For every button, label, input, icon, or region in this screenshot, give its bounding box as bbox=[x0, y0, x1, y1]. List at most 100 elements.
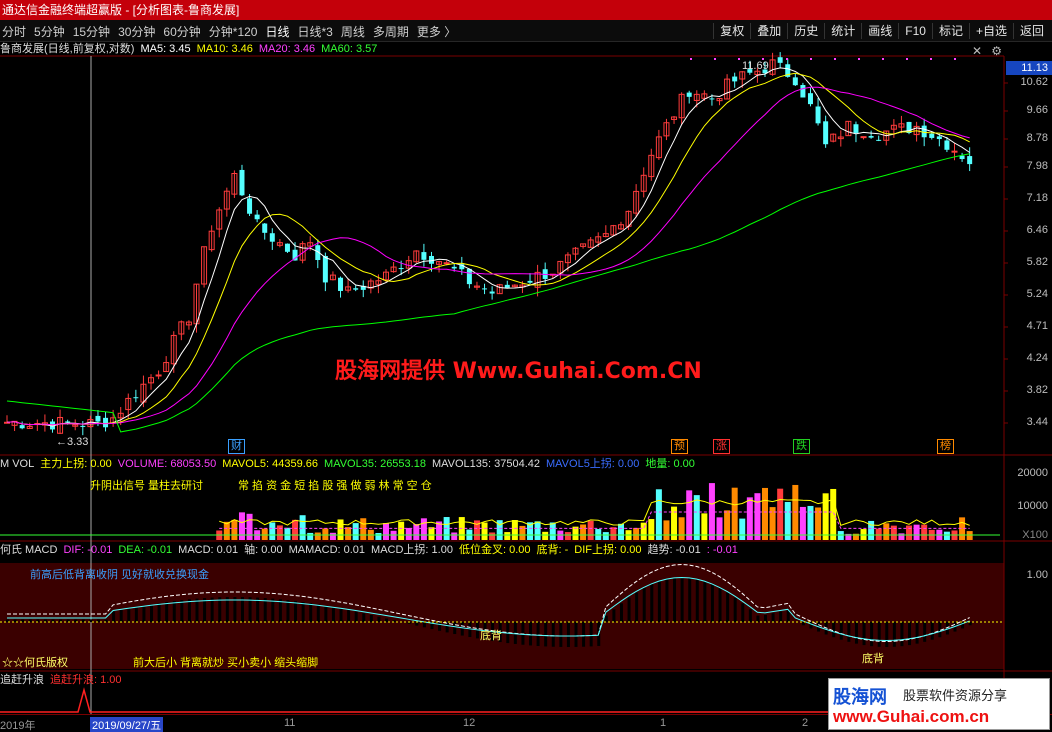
vol-unit: X100 bbox=[1022, 529, 1048, 541]
macd-bar bbox=[438, 622, 442, 631]
date-year: 2019年 bbox=[0, 720, 36, 732]
macd-bar bbox=[187, 599, 191, 622]
candle-down bbox=[823, 121, 829, 145]
volume-bar bbox=[451, 532, 458, 540]
top-marker bbox=[882, 58, 884, 60]
event-marker-0[interactable]: 财 bbox=[228, 439, 245, 454]
candle-up bbox=[443, 262, 450, 265]
macd-bar bbox=[157, 603, 161, 622]
macd-bottom-label-2: 底背 bbox=[862, 653, 884, 665]
candle-down bbox=[338, 277, 344, 291]
macd-field-0: DIF: -0.01 bbox=[63, 544, 113, 556]
candle-down bbox=[777, 57, 783, 63]
macd-bar bbox=[854, 622, 858, 644]
macd-bar bbox=[165, 601, 169, 622]
macd-bar bbox=[521, 622, 525, 645]
top-marker bbox=[810, 58, 812, 60]
event-marker-1[interactable]: 预 bbox=[671, 439, 688, 454]
candle-up bbox=[951, 150, 958, 153]
macd-bar bbox=[256, 597, 260, 622]
vol-name[interactable]: M VOL bbox=[0, 457, 34, 471]
macd-bar bbox=[680, 577, 684, 622]
volume-bar bbox=[489, 532, 496, 540]
macd-bar bbox=[119, 610, 123, 622]
candle-down bbox=[800, 85, 806, 98]
macd-bar bbox=[369, 614, 373, 622]
stock-chart-window: { "window": {"title": "通达信金融终端超赢版 - [分析图… bbox=[0, 0, 1052, 732]
macd-bar bbox=[339, 608, 343, 622]
macd-bar bbox=[324, 605, 328, 622]
candle-down bbox=[451, 266, 457, 269]
volume-bar bbox=[686, 490, 693, 540]
top-marker bbox=[930, 58, 932, 60]
volume-bar bbox=[420, 518, 427, 540]
date-dec: 12 bbox=[463, 717, 476, 729]
volume-bar bbox=[724, 510, 731, 540]
candle-down bbox=[247, 198, 253, 214]
macd-name[interactable]: 何氏 MACD bbox=[0, 543, 57, 557]
candle-down bbox=[807, 93, 813, 105]
macd-bar bbox=[559, 622, 563, 647]
price-axis-label-11: 3.44 bbox=[1026, 416, 1048, 428]
macd-bar bbox=[862, 622, 866, 646]
event-marker-4[interactable]: 榜 bbox=[937, 439, 954, 454]
top-marker bbox=[738, 58, 740, 60]
volume-bar bbox=[633, 527, 640, 540]
volume-bar bbox=[617, 523, 624, 540]
candle-down bbox=[80, 425, 86, 427]
volume-bar bbox=[640, 522, 647, 540]
macd-bar bbox=[733, 597, 737, 622]
macd-field-3: 轴: 0.00 bbox=[244, 544, 283, 556]
macd-bar bbox=[612, 609, 616, 622]
macd-bar bbox=[665, 578, 669, 622]
candle-down bbox=[398, 268, 404, 270]
candle-down bbox=[65, 421, 71, 423]
candle-down bbox=[709, 98, 715, 100]
candle-down bbox=[936, 136, 942, 140]
candle-down bbox=[239, 169, 245, 196]
macd-bar bbox=[248, 597, 252, 622]
candle-up bbox=[860, 136, 867, 139]
candle-down bbox=[853, 124, 859, 133]
event-marker-2[interactable]: 涨 bbox=[713, 439, 730, 454]
candle-down bbox=[732, 76, 738, 82]
macd-bar bbox=[210, 597, 214, 622]
vol-legend: M VOL 主力上拐: 0.00 VOLUME: 68053.50 MAVOL5… bbox=[0, 457, 701, 471]
macd-bar bbox=[142, 605, 146, 622]
macd-bar bbox=[604, 615, 608, 622]
macd-bar bbox=[180, 600, 184, 622]
macd-bar bbox=[354, 611, 358, 622]
macd-field-1: DEA: -0.01 bbox=[118, 544, 173, 556]
macd-bar bbox=[710, 584, 714, 622]
macd-bar bbox=[460, 622, 464, 636]
volume-bar bbox=[701, 513, 708, 540]
candle-down bbox=[792, 77, 798, 86]
volume-bar bbox=[398, 521, 405, 540]
chase-name[interactable]: 追赶升浪 bbox=[0, 673, 44, 687]
macd-bar bbox=[870, 622, 874, 647]
candle-down bbox=[482, 288, 488, 290]
volume-bar bbox=[913, 524, 920, 540]
vol-field-4: MAVOL135: 37504.42 bbox=[431, 458, 540, 470]
price-axis-label-6: 5.82 bbox=[1026, 256, 1048, 268]
event-marker-3[interactable]: 跌 bbox=[793, 439, 810, 454]
macd-bar bbox=[127, 608, 131, 622]
volume-bar bbox=[542, 531, 549, 540]
macd-bar bbox=[536, 622, 540, 646]
logo-slogan: 股票软件资源分享 bbox=[903, 689, 1008, 704]
volume-bar bbox=[837, 531, 844, 540]
volume-bar bbox=[276, 525, 283, 540]
macd-bar bbox=[294, 600, 298, 622]
top-marker bbox=[714, 58, 716, 60]
volume-bar bbox=[716, 517, 723, 540]
macd-bar bbox=[764, 614, 767, 622]
macd-field-8: DIF上拐: 0.00 bbox=[574, 544, 642, 556]
vol-field-3: MAVOL35: 26553.18 bbox=[324, 458, 426, 470]
macd-bar bbox=[134, 607, 138, 622]
volume-bar bbox=[345, 527, 352, 540]
price-axis-label-4: 7.18 bbox=[1026, 192, 1048, 204]
top-marker bbox=[690, 58, 692, 60]
volume-bar bbox=[337, 519, 344, 540]
macd-bar bbox=[642, 587, 646, 622]
chase-field: 追赶升浪: 1.00 bbox=[50, 674, 122, 686]
